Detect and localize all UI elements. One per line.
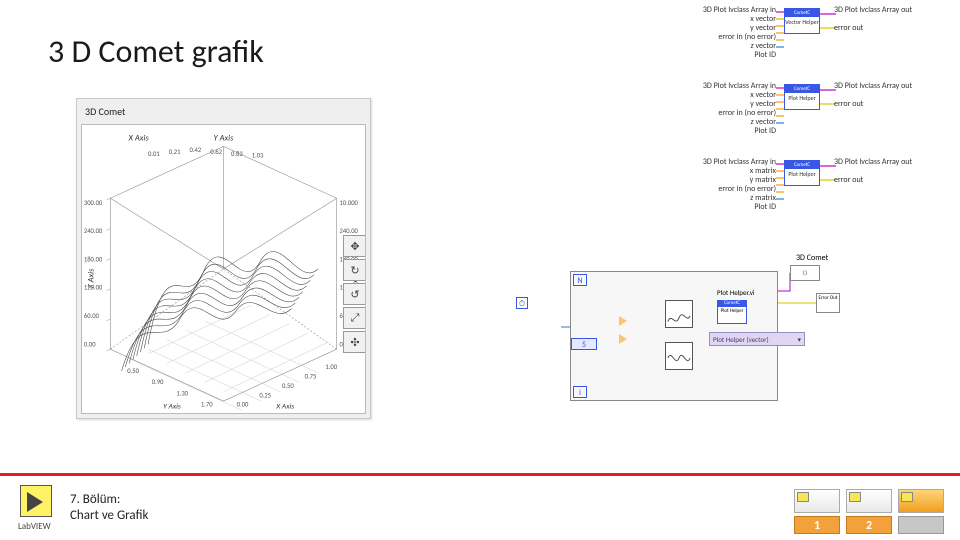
svg-text:0.75: 0.75 xyxy=(305,372,317,380)
svg-text:0.90: 0.90 xyxy=(152,378,164,386)
svg-text:0.00: 0.00 xyxy=(237,401,249,409)
courseware-thumb-3 xyxy=(898,489,944,513)
for-i-terminal: i xyxy=(573,386,587,398)
svg-text:180.00: 180.00 xyxy=(84,255,103,263)
conn3-in-5: Plot ID xyxy=(676,203,776,212)
svg-text:300.00: 300.00 xyxy=(84,199,103,207)
conn-block-2: 3D Plot lvclass Array in x vector y vect… xyxy=(676,82,936,142)
footer: LabVIEW 7. Bölüm: Chart ve Grafik 1 2 xyxy=(0,476,960,540)
conn-block-3: 3D Plot lvclass Array in x matrix y matr… xyxy=(676,158,936,218)
svg-text:0.42: 0.42 xyxy=(190,146,202,154)
svg-text:0.00: 0.00 xyxy=(84,340,96,348)
subvi-sine-icon xyxy=(665,300,693,328)
plot-tool-reset-icon[interactable]: ✣ xyxy=(343,331,366,353)
conn3-out-1: error out xyxy=(834,176,936,185)
plot-tool-zoom-icon[interactable]: ⤢ xyxy=(343,307,366,329)
plot-tool-rot-cw-icon[interactable]: ↻ xyxy=(343,259,366,281)
plot-panel: 3D Comet xyxy=(76,98,371,419)
plot-tool-rot-ccw-icon[interactable]: ↺ xyxy=(343,283,366,305)
for-N-terminal: N xyxy=(573,274,587,286)
svg-text:60.00: 60.00 xyxy=(84,312,100,320)
conn-block-1: 3D Plot lvclass Array in x vector y vect… xyxy=(676,6,936,66)
plot-canvas[interactable]: Y Axis X Axis Z Axis Z Axis 0.01 0.21 0.… xyxy=(81,124,366,414)
svg-text:1.70: 1.70 xyxy=(201,401,213,409)
conn1-out-0: 3D Plot lvclass Array out xyxy=(834,6,936,15)
svg-text:X Axis: X Axis xyxy=(275,403,294,412)
svg-text:0.01: 0.01 xyxy=(148,150,160,158)
svg-text:0.50: 0.50 xyxy=(282,382,294,390)
conn1-out-1: error out xyxy=(834,24,936,33)
svg-text:240.00: 240.00 xyxy=(84,227,103,235)
conn3-node: CometC Plot Helper xyxy=(784,160,820,186)
svg-text:0.21: 0.21 xyxy=(169,148,181,156)
conn3-out-0: 3D Plot lvclass Array out xyxy=(834,158,936,167)
svg-text:Y Axis: Y Axis xyxy=(163,403,181,412)
svg-text:120.00: 120.00 xyxy=(84,284,103,292)
plot-toolbar: ✥ ↻ ↺ ⤢ ✣ xyxy=(343,235,366,353)
svg-text:0.62: 0.62 xyxy=(210,148,222,156)
plot-3d-svg: Y Axis X Axis Z Axis Z Axis 0.01 0.21 0.… xyxy=(82,125,365,413)
comet-indicator: 〔〕 xyxy=(790,265,820,281)
footer-section: 7. Bölüm: Chart ve Grafik xyxy=(70,492,148,524)
plot-helper-node: CometC Plot Helper xyxy=(717,300,747,324)
courseware-thumb-2 xyxy=(846,489,892,513)
plot-helper-label: Plot Helper.vi xyxy=(717,288,754,297)
conn2-out-0: 3D Plot lvclass Array out xyxy=(834,82,936,91)
footer-line2: Chart ve Grafik xyxy=(70,508,148,524)
conn2-in-5: Plot ID xyxy=(676,127,776,136)
conn1-in-5: Plot ID xyxy=(676,51,776,60)
svg-text:0.25: 0.25 xyxy=(259,391,271,399)
svg-text:Y Axis: Y Axis xyxy=(214,134,235,144)
svg-text:1.30: 1.30 xyxy=(176,389,188,397)
wait-ms-icon: ⏱ xyxy=(516,297,528,309)
conn2-out-1: error out xyxy=(834,100,936,109)
plot-tool-pan-icon[interactable]: ✥ xyxy=(343,235,366,257)
svg-text:0.83: 0.83 xyxy=(231,150,243,158)
svg-text:1.00: 1.00 xyxy=(325,363,337,371)
subvi-cosine-icon xyxy=(665,342,693,370)
plot-title: 3D Comet xyxy=(81,103,366,120)
courseware-num-1: 1 xyxy=(794,516,840,534)
courseware-num-3 xyxy=(898,516,944,534)
svg-text:X Axis: X Axis xyxy=(128,134,150,144)
courseware-thumbnails: 1 2 xyxy=(794,489,944,534)
courseware-thumb-1 xyxy=(794,489,840,513)
courseware-num-2: 2 xyxy=(846,516,892,534)
multiply-icon xyxy=(619,316,627,326)
numeric-constant[interactable]: 5 xyxy=(571,338,597,350)
slide-title: 3 D Comet grafik xyxy=(48,32,264,71)
svg-text:0.50: 0.50 xyxy=(127,367,139,375)
footer-line1: 7. Bölüm: xyxy=(70,492,148,508)
block-diagram: ⏱ N i 5 Plot Helper.vi CometC Plot Helpe… xyxy=(536,255,846,425)
multiply-icon xyxy=(619,334,627,344)
for-loop: N i 5 Plot Helper.vi CometC Plot Helper … xyxy=(570,271,778,401)
error-out-indicator: Error Out xyxy=(816,293,840,313)
labview-logo-icon xyxy=(20,485,52,517)
labview-text: LabVIEW xyxy=(18,521,64,532)
svg-text:240.00: 240.00 xyxy=(340,227,359,235)
conn2-node: CometC Plot Helper xyxy=(784,84,820,110)
svg-text:1.03: 1.03 xyxy=(252,152,264,160)
conn1-node: CometC Vector Helper xyxy=(784,8,820,34)
polymorphic-selector[interactable]: Plot Helper (vector) xyxy=(709,332,805,346)
comet-indicator-label: 3D Comet xyxy=(796,253,828,263)
svg-text:10.000: 10.000 xyxy=(340,199,359,207)
